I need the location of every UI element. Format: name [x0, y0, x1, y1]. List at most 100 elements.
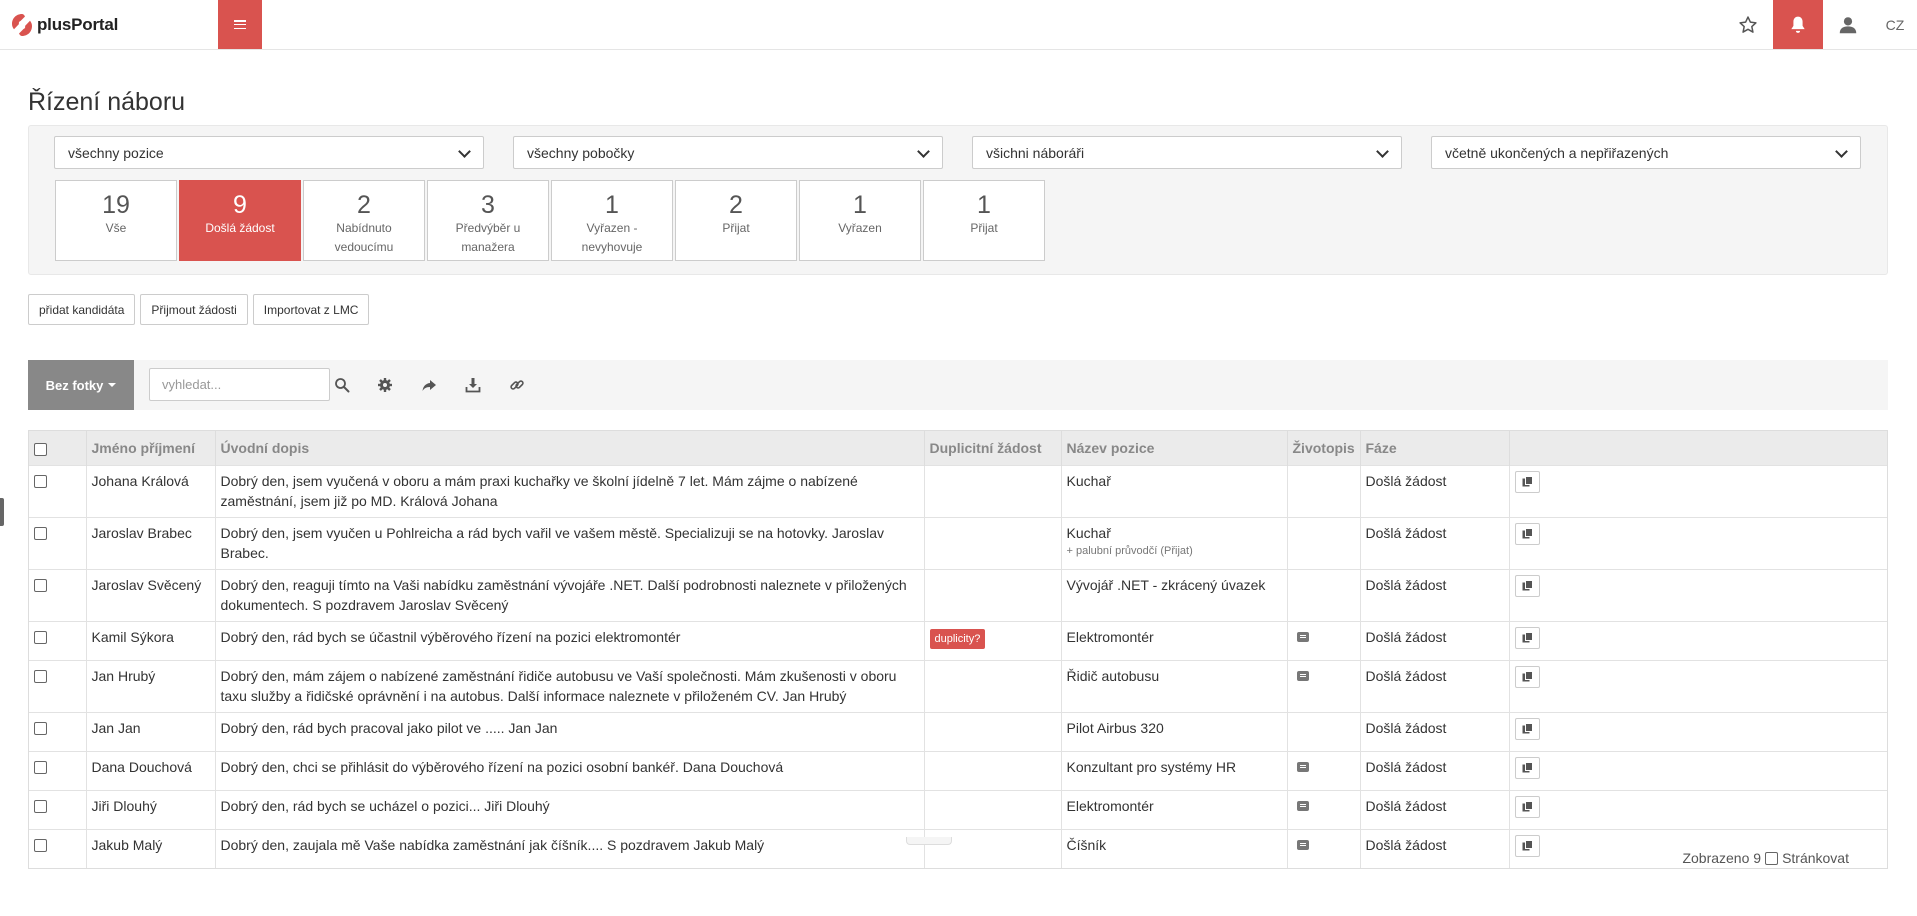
search-button[interactable] [333, 376, 351, 394]
column-header-letter[interactable]: Úvodní dopis [215, 431, 925, 465]
table-toolbar: Bez fotky [28, 360, 1888, 410]
settings-button[interactable] [376, 376, 394, 394]
row-checkbox[interactable] [34, 669, 47, 683]
table-row[interactable]: Jaroslav Brabec Dobrý den, jsem vyučen u … [29, 516, 1887, 569]
notifications-button[interactable] [1773, 0, 1823, 49]
stage-count: 9 [233, 191, 247, 219]
table-row[interactable]: Jaroslav Svěcený Dobrý den, reaguji tímto… [29, 568, 1887, 621]
candidate-name[interactable]: Jakub Malý [86, 828, 216, 868]
candidate-name[interactable]: Kamil Sýkora [86, 620, 216, 660]
table-row[interactable]: Jakub Malý Dobrý den, zaujala mě Vaše nab… [29, 828, 1887, 868]
cv-document-icon[interactable] [1296, 761, 1309, 772]
row-select-cell [29, 828, 87, 868]
hamburger-menu-button[interactable] [218, 0, 262, 49]
favorites-button[interactable] [1723, 0, 1773, 49]
candidate-name[interactable]: Jan Hrubý [86, 659, 216, 712]
table-row[interactable]: Dana Douchová Dobrý den, chci se přihlási… [29, 750, 1887, 790]
copy-button[interactable] [1514, 665, 1540, 688]
stage-tile-rejected-unsuitable[interactable]: 1 Vyřazen - nevyhovuje [551, 180, 673, 261]
row-checkbox[interactable] [34, 838, 47, 852]
table-row[interactable]: Kamil Sýkora Dobrý den, rád bych se účast… [29, 620, 1887, 660]
stage-tile-all[interactable]: 19 Vše [55, 180, 177, 261]
user-profile-button[interactable] [1823, 0, 1873, 49]
stage-label: Nabídnuto vedoucímu [334, 221, 394, 254]
status-filter-select[interactable]: včetně ukončených a nepřiřazených [1431, 136, 1861, 169]
copy-button[interactable] [1514, 574, 1540, 597]
stage-tile-received[interactable]: 9 Došlá žádost [179, 180, 301, 261]
phase: Došlá žádost [1360, 516, 1510, 569]
cv-cell [1287, 464, 1361, 517]
column-header-name[interactable]: Jméno příjmení [86, 431, 216, 465]
candidate-name[interactable]: Dana Douchová [86, 750, 216, 790]
candidate-name[interactable]: Jaroslav Svěcený [86, 568, 216, 621]
row-select-cell [29, 620, 87, 660]
copy-button[interactable] [1514, 626, 1540, 649]
table-row[interactable]: Jan Hrubý Dobrý den, mám zájem o nabízené… [29, 659, 1887, 712]
copy-button[interactable] [1514, 522, 1540, 545]
copy-button[interactable] [1514, 795, 1540, 818]
table-row[interactable]: Jan Jan Dobrý den, rád bych pracoval jako… [29, 711, 1887, 751]
candidate-name[interactable]: Jiři Dlouhý [86, 789, 216, 829]
language-switcher[interactable]: CZ [1873, 0, 1917, 49]
cv-document-icon[interactable] [1296, 839, 1309, 850]
add-candidate-button[interactable]: přidat kandidáta [28, 294, 136, 325]
position-name: Pilot Airbus 320 [1066, 719, 1164, 736]
duplicity-badge[interactable]: duplicity? [929, 628, 986, 649]
recruiter-filter-select[interactable]: všichni náboráři [972, 136, 1402, 169]
cv-cell [1287, 828, 1361, 868]
table-row[interactable]: Jiři Dlouhý Dobrý den, rád bych se ucháze… [29, 789, 1887, 829]
row-checkbox[interactable] [34, 474, 47, 488]
stage-count: 1 [977, 191, 991, 219]
duplicate-cell [924, 568, 1062, 621]
download-button[interactable] [464, 376, 482, 394]
branch-filter-select[interactable]: všechny pobočky [513, 136, 943, 169]
table-row[interactable]: Johana Králová Dobrý den, jsem vyučená v … [29, 464, 1887, 517]
copy-button[interactable] [1514, 717, 1540, 740]
row-checkbox[interactable] [34, 721, 47, 735]
cover-letter: Dobrý den, rád bych pracoval jako pilot … [215, 711, 925, 751]
stage-tile-rejected[interactable]: 1 Vyřazen [799, 180, 921, 261]
position-cell: Elektromontér [1061, 620, 1288, 660]
copy-button[interactable] [1514, 470, 1540, 493]
position-subnote: + palubní průvodčí (Přijat) [1066, 544, 1193, 557]
candidate-name[interactable]: Jaroslav Brabec [86, 516, 216, 569]
position-name: Řidič autobusu [1066, 667, 1160, 684]
select-all-checkbox[interactable] [34, 442, 47, 456]
copy-button[interactable] [1514, 834, 1540, 857]
position-filter-select[interactable]: všechny pozice [54, 136, 484, 169]
stage-tile-hired-2[interactable]: 1 Přijat [923, 180, 1045, 261]
import-lmc-button[interactable]: Importovat z LMC [252, 294, 370, 325]
cv-document-icon[interactable] [1296, 670, 1309, 681]
stage-tile-preselection[interactable]: 3 Předvýběr u manažera [427, 180, 549, 261]
logo[interactable]: plusPortal [10, 13, 118, 37]
table-resize-handle[interactable] [906, 837, 952, 845]
forward-button[interactable] [420, 376, 438, 394]
select-all-cell [29, 431, 87, 465]
accept-requests-button[interactable]: Přijmout žádosti [140, 294, 248, 325]
phase: Došlá žádost [1360, 711, 1510, 751]
copy-button[interactable] [1514, 756, 1540, 779]
row-checkbox[interactable] [34, 526, 47, 540]
paginate-checkbox[interactable] [1765, 851, 1779, 865]
stage-tile-hired[interactable]: 2 Přijat [675, 180, 797, 261]
search-input[interactable] [149, 368, 330, 401]
candidate-name[interactable]: Jan Jan [86, 711, 216, 751]
column-header-position[interactable]: Název pozice [1061, 431, 1288, 465]
stage-tile-offered-manager[interactable]: 2 Nabídnuto vedoucímu [303, 180, 425, 261]
column-header-phase[interactable]: Fáze [1360, 431, 1510, 465]
download-icon [465, 378, 481, 393]
row-checkbox[interactable] [34, 799, 47, 813]
column-header-cv[interactable]: Životopis [1287, 431, 1361, 465]
side-panel-handle[interactable] [0, 498, 4, 526]
row-checkbox[interactable] [34, 630, 47, 644]
cv-document-icon[interactable] [1296, 800, 1309, 811]
photo-toggle-dropdown[interactable]: Bez fotky [28, 360, 134, 410]
row-checkbox[interactable] [34, 578, 47, 592]
row-checkbox[interactable] [34, 760, 47, 774]
link-button[interactable] [508, 376, 526, 394]
candidate-name[interactable]: Johana Králová [86, 464, 216, 517]
column-header-duplicate[interactable]: Duplicitní žádost [924, 431, 1062, 465]
stage-count: 3 [481, 191, 495, 219]
cv-document-icon[interactable] [1296, 631, 1309, 642]
cv-cell [1287, 789, 1361, 829]
